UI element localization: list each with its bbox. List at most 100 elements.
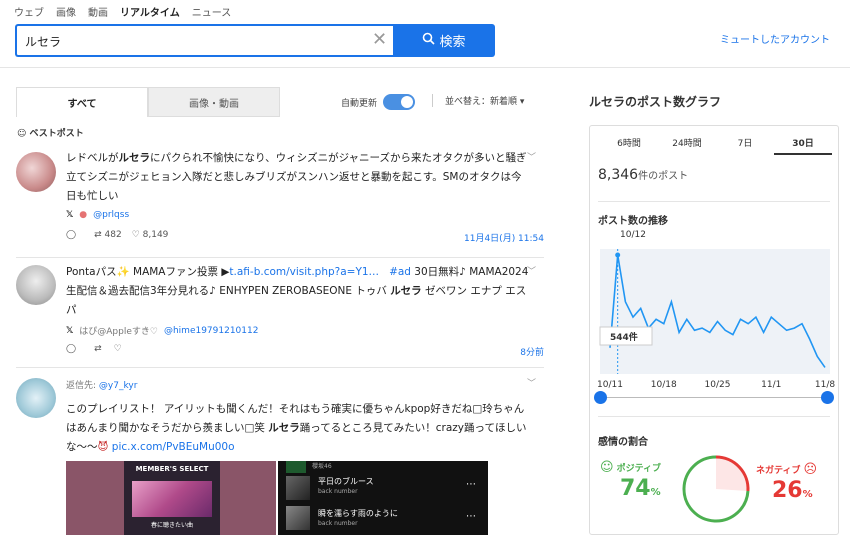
chevron-down-icon[interactable]: ﹀: [527, 376, 536, 389]
auto-refresh: 自動更新: [341, 94, 416, 110]
album-title: MEMBER'S SELECT: [135, 465, 209, 473]
post-text: レドベルがルセラにパクられ不愉快になり、ウィシズニがジャニーズから来たオタクが多…: [66, 152, 527, 202]
user-handle[interactable]: @prlqss: [93, 210, 129, 220]
avatar[interactable]: [16, 152, 56, 192]
range-tabs: 6時間 24時間 7日 30日: [600, 132, 832, 155]
album-cover: MEMBER'S SELECT 春に聴きたい曲: [124, 461, 220, 535]
peak-point: [615, 252, 621, 258]
hashtag-link[interactable]: #ad: [389, 266, 411, 278]
post-time[interactable]: 11月4日(月) 11:54: [464, 231, 544, 244]
track-label: 櫻坂46: [312, 463, 332, 470]
like-count: 8,149: [142, 230, 169, 240]
repost-button[interactable]: ⇄ 482: [94, 230, 122, 240]
tab-all[interactable]: すべて: [16, 87, 148, 117]
nav-images[interactable]: 画像: [56, 4, 76, 19]
top-nav: ウェブ 画像 動画 リアルタイム ニュース: [14, 4, 231, 19]
post-total: 8,346件のポスト: [598, 167, 688, 183]
post-total-unit: 件のポスト: [638, 171, 689, 182]
post-text: Pontaパス✨ MAMAファン投票 ▶t.afi-b.com/visit.ph…: [66, 266, 529, 316]
sentiment-title: 感情の割合: [598, 437, 648, 448]
positive-label: ポジティブ: [616, 464, 662, 474]
chart-background: [600, 249, 830, 374]
media-image-right[interactable]: 櫻坂46 平日のブルース back number ⋯ 瞬を濡らす雨のように ba…: [278, 461, 488, 535]
post-time[interactable]: 8分前: [520, 345, 544, 358]
negative-label: ネガティブ: [756, 466, 801, 476]
search-box: ✕: [15, 24, 393, 57]
thumb: [286, 461, 306, 473]
like-button[interactable]: ♡ 8,149: [132, 230, 169, 240]
post-link[interactable]: t.afi-b.com/visit.php?a=Y1…: [229, 266, 379, 278]
peak-date-label: 10/12: [620, 230, 646, 240]
album-subtitle: 春に聴きたい曲: [150, 522, 193, 529]
best-posts-label: ベストポスト: [29, 129, 84, 139]
tooltip: 544件: [599, 326, 653, 346]
reply-icon[interactable]: ◯: [66, 230, 76, 240]
post-item: 返信先: @y7_kyr ﹀ このプレイリスト！ アイリットも聞くんだ！それはも…: [16, 368, 544, 535]
x-logo-icon: 𝕏: [66, 325, 74, 336]
nav-videos[interactable]: 動画: [88, 4, 108, 19]
track-art: [286, 506, 310, 530]
reply-to: 返信先: @y7_kyr: [66, 381, 138, 391]
search-input[interactable]: [25, 32, 355, 50]
user-name[interactable]: はぴ@Appleすき♡: [79, 324, 158, 337]
user-handle[interactable]: @hime19791210112: [164, 326, 259, 336]
reply-to-handle[interactable]: @y7_kyr: [99, 381, 137, 391]
nav-news[interactable]: ニュース: [192, 4, 232, 19]
smile-icon: ☺: [600, 460, 614, 475]
sparkle-icon: ✨: [116, 266, 130, 278]
post-meta: 𝕏 はぴ@Appleすき♡ @hime19791210112: [66, 324, 259, 338]
x-tick-label: 11/1: [761, 380, 781, 390]
post-graph-panel: 6時間 24時間 7日 30日 8,346件のポスト ポスト数の推移 10/12…: [589, 125, 839, 535]
track-artist: back number: [318, 488, 358, 495]
muted-accounts-link[interactable]: ミュートしたアカウント: [720, 31, 830, 46]
avatar[interactable]: [16, 378, 56, 418]
post-meta: 𝕏 ● @prlqss: [66, 210, 129, 220]
album-art: [132, 481, 212, 517]
avatar[interactable]: [16, 265, 56, 305]
track-title: 瞬を濡らす雨のように: [318, 509, 398, 518]
x-tick-label: 10/25: [705, 380, 731, 390]
tab-media[interactable]: 画像・動画: [148, 87, 280, 117]
search-button[interactable]: 検索: [393, 24, 495, 57]
tab-30d[interactable]: 30日: [774, 132, 832, 155]
auto-refresh-toggle[interactable]: [383, 94, 416, 110]
reply-icon[interactable]: ◯: [66, 344, 76, 354]
header-divider: [0, 67, 850, 68]
divider: [598, 201, 830, 202]
post-actions: ◯ ⇄ 482 ♡ 8,149: [66, 230, 168, 240]
tab-24h[interactable]: 24時間: [658, 132, 716, 155]
range-slider-track[interactable]: [600, 397, 828, 398]
post-actions: ◯ ⇄ ♡: [66, 344, 122, 354]
sentiment-donut: [682, 455, 750, 523]
post-total-value: 8,346: [598, 167, 639, 183]
nav-realtime[interactable]: リアルタイム: [120, 4, 180, 19]
trend-title: ポスト数の推移: [598, 216, 668, 227]
devil-icon: 😈: [97, 441, 109, 453]
chevron-down-icon[interactable]: ﹀: [527, 150, 536, 163]
chevron-down-icon: ▾: [519, 97, 525, 107]
range-slider-end-handle[interactable]: [821, 391, 834, 404]
repost-icon[interactable]: ⇄: [94, 344, 102, 354]
track-title: 平日のブルース: [318, 477, 374, 486]
divider: [598, 416, 830, 417]
media-image-left[interactable]: MEMBER'S SELECT 春に聴きたい曲: [66, 461, 276, 535]
sort-dropdown[interactable]: 並べ替え：新着順 ▾: [432, 94, 524, 107]
repost-count: 482: [104, 230, 122, 240]
frown-icon: ☹: [803, 462, 818, 477]
nav-web[interactable]: ウェブ: [14, 4, 44, 19]
user-avatar-icon: ●: [79, 210, 88, 220]
tab-7d[interactable]: 7日: [716, 132, 774, 155]
tooltip-value: 544件: [610, 331, 638, 343]
negative-value: 26%: [772, 478, 813, 503]
heart-icon: ♡: [131, 230, 140, 240]
range-slider-start-handle[interactable]: [594, 391, 607, 404]
x-tick-label: 10/18: [651, 380, 677, 390]
search-icon: [422, 32, 436, 49]
tab-6h[interactable]: 6時間: [600, 132, 658, 155]
x-tick-label: 10/11: [597, 380, 623, 390]
clear-icon[interactable]: ✕: [372, 30, 387, 50]
post-link[interactable]: pic.x.com/PvBEuMu00o: [112, 441, 235, 453]
post-text: このプレイリスト！ アイリットも聞くんだ！それはもう確実に優ちゃんkpop好きだ…: [66, 403, 527, 453]
heart-icon[interactable]: ♡: [114, 344, 122, 354]
chevron-down-icon[interactable]: ﹀: [527, 264, 536, 277]
